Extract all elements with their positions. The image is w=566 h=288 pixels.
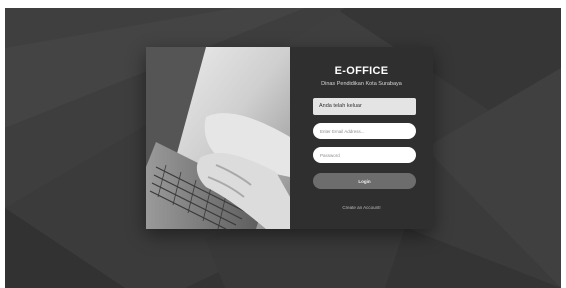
login-panel: E-OFFICE Dinas Pendidikan Kota Surabaya … — [290, 47, 433, 229]
laptop-typing-image — [146, 47, 290, 229]
app-title: E-OFFICE — [334, 65, 389, 77]
app-subtitle: Dinas Pendidikan Kota Surabaya — [321, 81, 402, 87]
create-account-link[interactable]: Create an Account! — [290, 205, 433, 210]
email-field[interactable] — [313, 123, 416, 139]
logout-alert: Anda telah keluar — [313, 98, 416, 115]
login-button[interactable]: Login — [313, 173, 416, 189]
password-field[interactable] — [313, 147, 416, 163]
login-card: E-OFFICE Dinas Pendidikan Kota Surabaya … — [146, 47, 433, 229]
page-background: E-OFFICE Dinas Pendidikan Kota Surabaya … — [5, 8, 561, 288]
